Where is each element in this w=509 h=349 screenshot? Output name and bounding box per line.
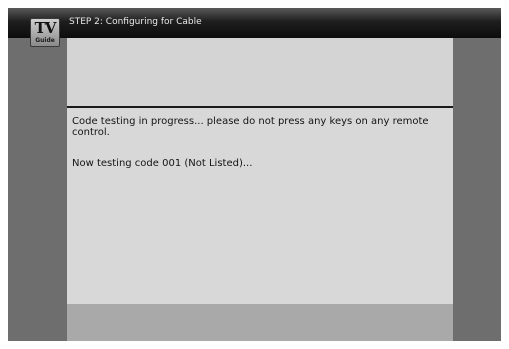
logo-main-text: TV [34,19,57,37]
logo-sub-text: Guide [35,37,55,44]
step-title: STEP 2: Configuring for Cable [69,17,202,27]
tv-screen: STEP 2: Configuring for Cable TV Guide C… [8,8,501,341]
panel-header-area [67,38,453,106]
title-bar: STEP 2: Configuring for Cable [8,8,501,38]
tv-guide-logo: TV Guide [30,18,60,47]
panel-footer [67,304,453,341]
panel-body: Code testing in progress... please do no… [67,108,453,304]
setup-panel: Code testing in progress... please do no… [67,38,453,341]
testing-status: Now testing code 001 (Not Listed)... [72,158,253,169]
instruction-message: Code testing in progress... please do no… [72,116,429,138]
